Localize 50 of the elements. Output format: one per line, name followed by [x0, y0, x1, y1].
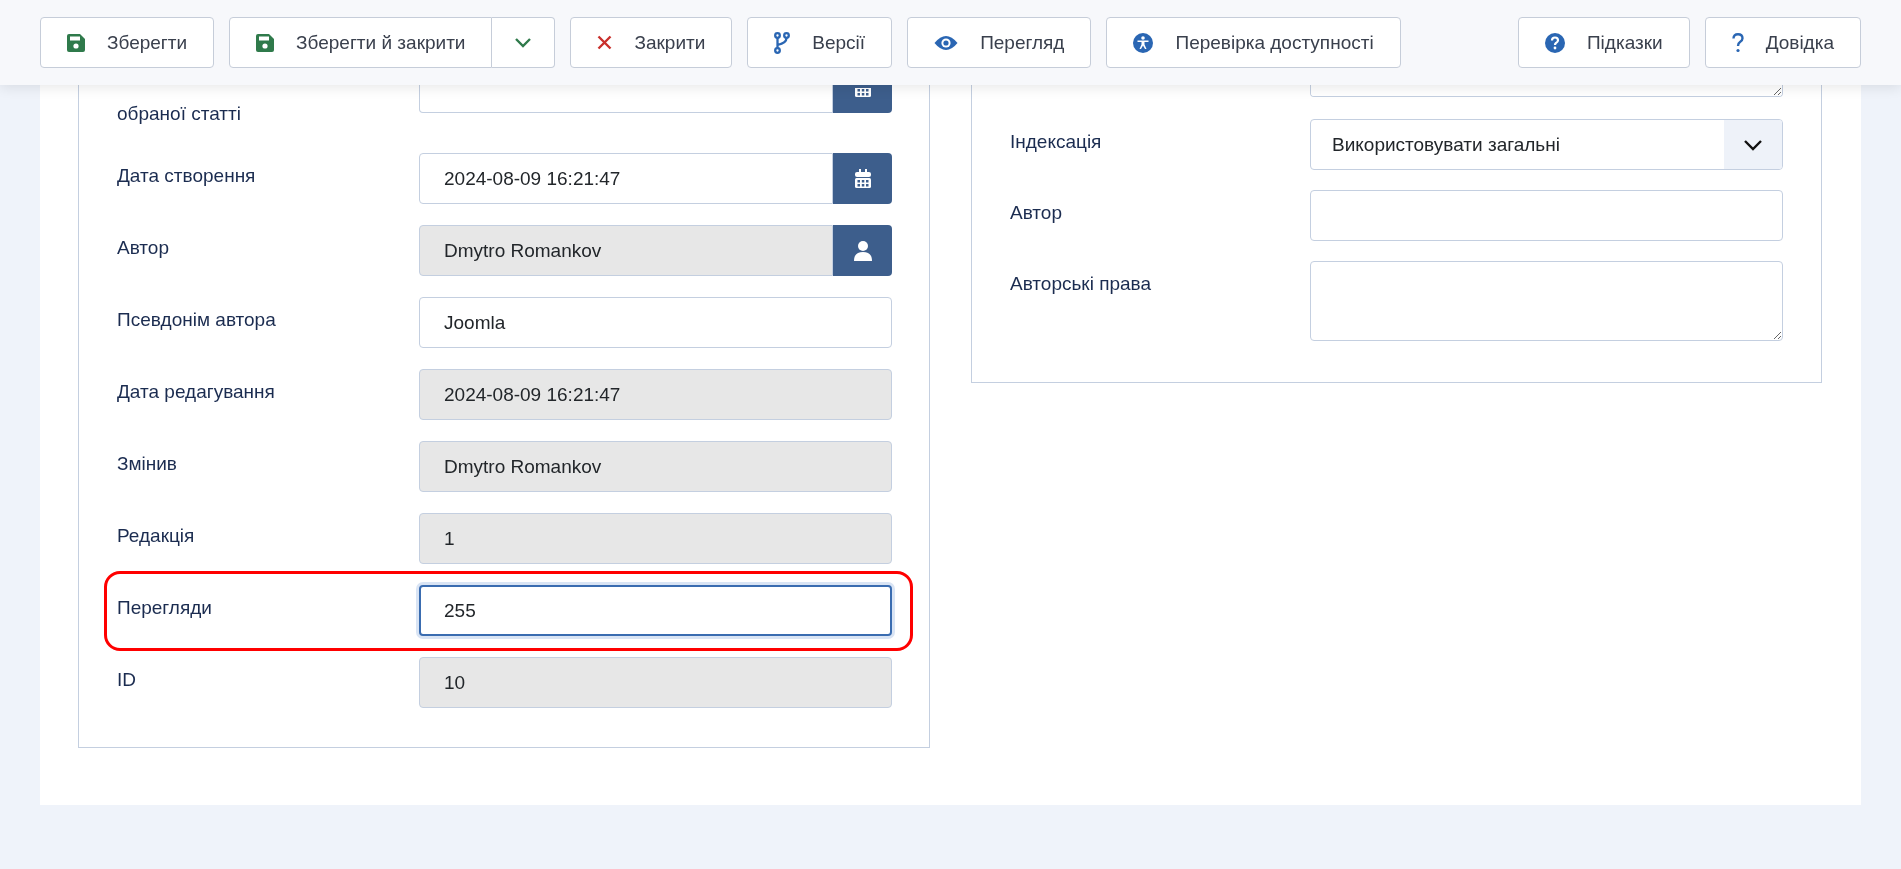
question-icon — [1731, 32, 1744, 53]
dropdown-toggle[interactable] — [492, 17, 556, 68]
save-button[interactable]: Зберегти — [40, 17, 215, 68]
save-button[interactable]: Зберегти й закрити — [229, 17, 493, 68]
user-select-button[interactable] — [833, 225, 892, 276]
select-field[interactable]: Використовувати загальні — [1310, 119, 1783, 170]
field-label: Дата редагування — [117, 380, 276, 404]
accessibility-icon — [1133, 32, 1154, 53]
calendar-button[interactable] — [833, 85, 892, 113]
calendar-icon — [853, 168, 872, 189]
field-label: Індексація — [1010, 130, 1103, 154]
text-field[interactable]: 2024-08-09 16:21:47 — [419, 153, 833, 204]
field-label: ID — [117, 668, 137, 692]
eye-icon — [934, 34, 959, 51]
close-icon — [597, 35, 613, 50]
field-label: Перегляди — [117, 596, 213, 620]
textarea-field[interactable] — [1310, 85, 1783, 97]
text-field[interactable] — [1310, 190, 1783, 241]
field-label: Автор — [1010, 201, 1063, 225]
field-label: Псевдонім автора — [117, 308, 277, 332]
tips-button[interactable]: Підказки — [1517, 17, 1690, 68]
field-label: Авторські права — [1010, 272, 1153, 296]
branch-icon — [774, 31, 791, 54]
accessibility-check-button[interactable]: Перевірка доступності — [1106, 17, 1401, 68]
chevron-down-icon — [1743, 138, 1763, 151]
field-label: обраної статті — [117, 102, 242, 126]
text-field[interactable]: 10 — [419, 657, 892, 708]
textarea-field[interactable] — [1310, 261, 1783, 341]
field-label: Автор — [117, 236, 170, 260]
versions-button[interactable]: Версії — [747, 17, 893, 68]
help-button[interactable]: Довідка — [1704, 17, 1861, 68]
text-field[interactable] — [419, 85, 833, 113]
field-label: Редакція — [117, 524, 196, 548]
text-field[interactable]: 1 — [419, 513, 892, 564]
user-icon — [853, 240, 872, 261]
calendar-button[interactable] — [833, 153, 892, 204]
preview-button[interactable]: Перегляд — [907, 17, 1092, 68]
chevron-down-icon — [514, 37, 533, 48]
text-field[interactable]: 2024-08-09 16:21:47 — [419, 369, 892, 420]
save-icon — [256, 33, 275, 52]
field-label: Дата створення — [117, 164, 257, 188]
text-field[interactable]: Joomla — [419, 297, 892, 348]
text-field[interactable]: Dmytro Romankov — [419, 441, 892, 492]
save-icon — [67, 33, 85, 52]
question-circle-icon — [1544, 32, 1565, 53]
field-label: Змінив — [117, 452, 178, 476]
close-button[interactable]: Закрити — [570, 17, 733, 68]
calendar-icon — [853, 88, 872, 98]
text-field[interactable]: 255 — [419, 585, 892, 636]
text-field[interactable]: Dmytro Romankov — [419, 225, 833, 276]
